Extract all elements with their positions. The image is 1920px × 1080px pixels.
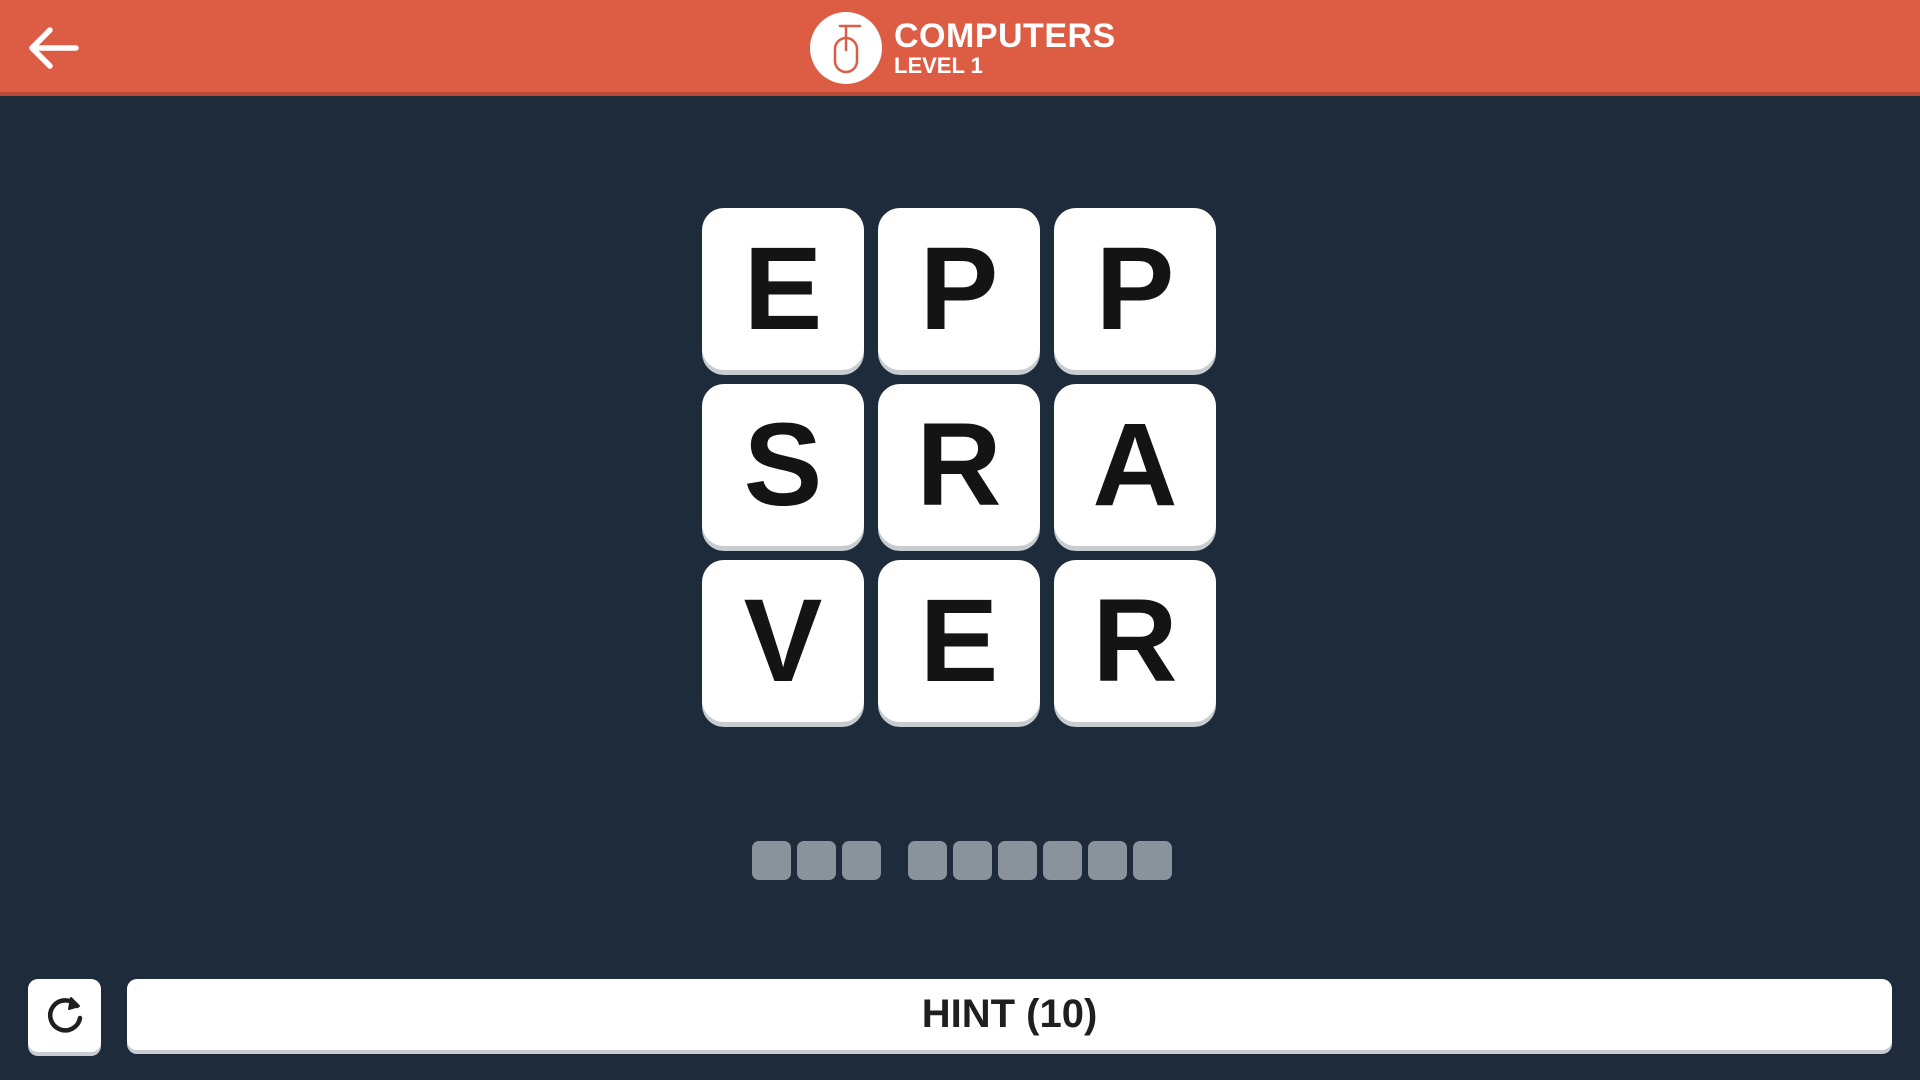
hint-button[interactable]: HINT (10) <box>127 979 1892 1050</box>
back-button[interactable] <box>22 18 82 78</box>
answer-word <box>908 841 1172 880</box>
answer-slot[interactable] <box>953 841 992 880</box>
letter-tile[interactable]: P <box>878 208 1040 370</box>
header-bar: COMPUTERS LEVEL 1 <box>0 0 1920 96</box>
category-title: COMPUTERS <box>894 17 1116 55</box>
letter-tile[interactable]: E <box>702 208 864 370</box>
title-text: COMPUTERS LEVEL 1 <box>894 19 1116 77</box>
answer-word <box>752 841 881 880</box>
level-label: LEVEL 1 <box>894 53 983 78</box>
answer-slot[interactable] <box>908 841 947 880</box>
category-title-group: COMPUTERS LEVEL 1 <box>810 12 1116 84</box>
letter-tile[interactable]: A <box>1054 384 1216 546</box>
arrow-left-icon <box>29 27 79 69</box>
letter-tile[interactable]: P <box>1054 208 1216 370</box>
computer-mouse-icon <box>833 24 862 74</box>
answer-slot[interactable] <box>1088 841 1127 880</box>
refresh-button[interactable] <box>28 979 101 1052</box>
answer-slot[interactable] <box>1133 841 1172 880</box>
answer-slots <box>752 841 1172 880</box>
letter-tile[interactable]: E <box>878 560 1040 722</box>
letter-tile[interactable]: S <box>702 384 864 546</box>
letter-tile[interactable]: V <box>702 560 864 722</box>
letter-grid: EPPSRAVER <box>702 208 1218 724</box>
category-badge <box>810 12 882 84</box>
refresh-icon <box>47 996 82 1033</box>
letter-tile[interactable]: R <box>1054 560 1216 722</box>
answer-slot[interactable] <box>797 841 836 880</box>
answer-slot[interactable] <box>842 841 881 880</box>
game-screen: COMPUTERS LEVEL 1 EPPSRAVER HINT (10) <box>0 0 1920 1080</box>
answer-slot[interactable] <box>752 841 791 880</box>
answer-slot[interactable] <box>998 841 1037 880</box>
letter-tile[interactable]: R <box>878 384 1040 546</box>
answer-slot[interactable] <box>1043 841 1082 880</box>
